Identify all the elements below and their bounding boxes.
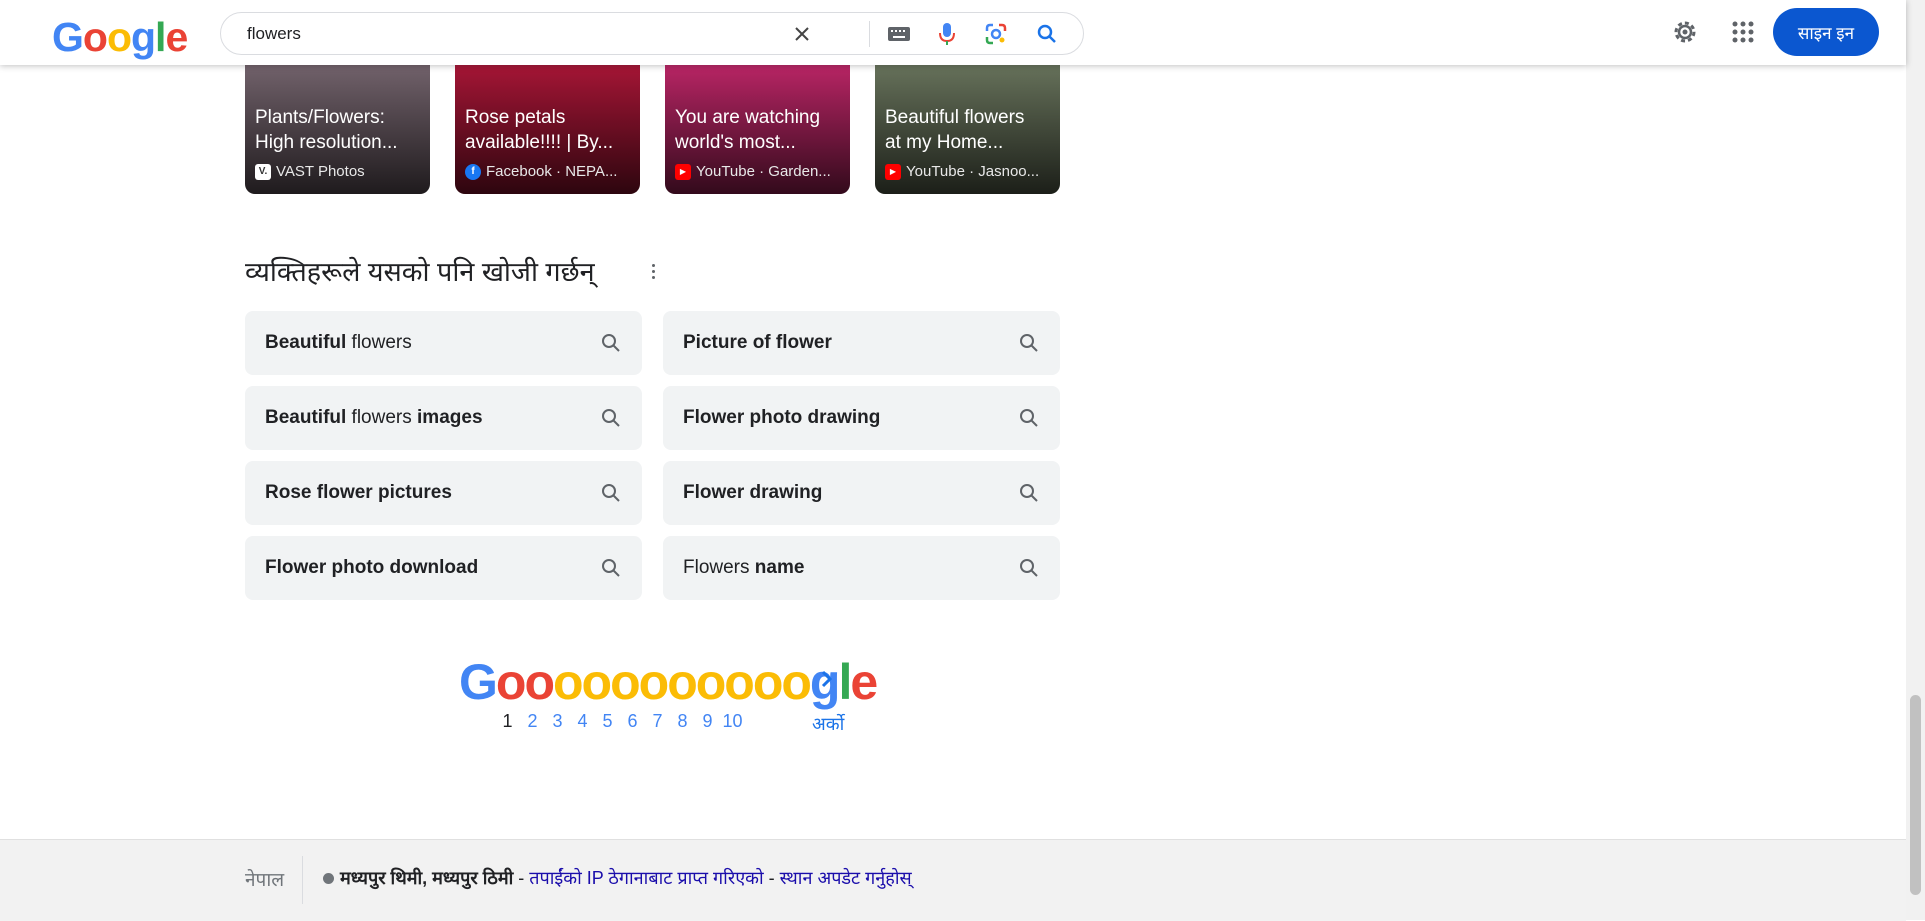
page-scrollbar[interactable] [1906,0,1925,920]
google-logo[interactable]: Google [52,14,188,60]
related-search-chip[interactable]: Flowers name [663,536,1060,600]
related-search-chip[interactable]: Flower photo download [245,536,642,600]
footer-country: नेपाल [245,870,285,891]
search-icon [1018,332,1040,354]
video-card-title: Beautiful flowers at my Home... [885,107,1025,153]
page-number-link: 1 [502,711,513,731]
people-also-search-heading: व्यक्तिहरूले यसको पनि खोजी गर्छन् [245,257,595,287]
video-card-title: Rose petals available!!!! | By... [465,107,614,153]
clear-icon[interactable] [789,21,815,47]
page-number-link[interactable]: 2 [520,711,545,732]
search-icon[interactable] [1034,21,1060,47]
related-search-text: Picture of flower [683,332,832,353]
search-icon [1018,557,1040,579]
pagination-google-logo: Gooooooooooogle [459,654,878,710]
top-header: Google flowers साइन इन [0,0,1906,65]
related-search-text: Flower drawing [683,482,823,503]
related-search-chip[interactable]: Flower photo drawing [663,386,1060,450]
video-card-title: You are watching world's most... [675,107,821,153]
related-search-text: Beautiful flowers [265,332,412,353]
related-search-text: Beautiful flowers images [265,407,483,428]
video-card[interactable]: Beautiful flowers at my Home... ▶ YouTube … [875,50,1060,194]
youtube-icon: ▶ [885,163,901,180]
search-divider [869,21,870,47]
location-name: मध्यपुर थिमी, मध्यपुर ठिमी [340,868,514,888]
more-options-icon[interactable] [647,259,659,283]
related-search-text: Flower photo download [265,557,479,578]
search-icon [600,557,622,579]
video-card-source: V. VAST Photos [255,163,425,180]
scrollbar-thumb[interactable] [1910,695,1921,895]
video-card-source: f Facebook · NEPA... [465,163,635,180]
page-number-link[interactable]: 4 [570,711,595,732]
video-card[interactable]: Rose petals available!!!! | By... f Facebo… [455,50,640,194]
footer-location: मध्यपुर थिमी, मध्यपुर ठिमी - तपाईंको IP … [323,866,912,890]
related-search-chip[interactable]: Beautiful flowers images [245,386,642,450]
signin-button[interactable]: साइन इन [1773,8,1879,56]
page-number-link[interactable]: 3 [545,711,570,732]
video-card-source: ▶ YouTube · Jasnoo... [885,163,1055,180]
next-page-link[interactable]: अर्को [812,712,844,736]
microphone-icon[interactable] [934,21,960,47]
related-search-text: Rose flower pictures [265,482,452,503]
search-icon [1018,407,1040,429]
search-icon [600,482,622,504]
pagination-pages: 1 2 3 4 5 6 7 8 9 10 [495,711,745,732]
page-number-link[interactable]: 5 [595,711,620,732]
page-number-link[interactable]: 10 [720,711,745,732]
related-search-text: Flower photo drawing [683,407,881,428]
next-chevron-icon[interactable] [820,665,834,696]
related-search-chip[interactable]: Beautiful flowers [245,311,642,375]
page-number-link[interactable]: 6 [620,711,645,732]
search-icon [600,332,622,354]
page-number-link[interactable]: 9 [695,711,720,732]
search-icon [1018,482,1040,504]
video-card[interactable]: You are watching world's most... ▶ YouTube… [665,50,850,194]
related-search-chip[interactable]: Picture of flower [663,311,1060,375]
related-search-chip[interactable]: Rose flower pictures [245,461,642,525]
youtube-icon: ▶ [675,163,691,180]
update-location-link[interactable]: स्थान अपडेट गर्नुहोस् [780,866,912,890]
settings-gear-icon[interactable] [1670,17,1700,47]
ip-address-link[interactable]: तपाईंको IP ठेगानाबाट प्राप्त गरिएको [529,866,763,890]
search-icon [600,407,622,429]
footer: नेपाल मध्यपुर थिमी, मध्यपुर ठिमी - तपाईं… [0,839,1906,921]
video-card-source: ▶ YouTube · Garden... [675,163,845,180]
page-number-link[interactable]: 7 [645,711,670,732]
related-search-chip[interactable]: Flower drawing [663,461,1060,525]
keyboard-icon[interactable] [886,21,912,47]
video-card-title: Plants/Flowers: High resolution... [255,107,398,153]
related-search-text: Flowers name [683,557,805,578]
footer-divider [302,856,303,904]
vast-photos-icon: V. [255,163,271,180]
location-dot-icon [323,872,334,884]
google-lens-icon[interactable] [983,21,1009,47]
page-number-link[interactable]: 8 [670,711,695,732]
footer-separator: - [513,867,530,888]
video-card[interactable]: Plants/Flowers: High resolution... V. VAST… [245,50,430,194]
search-input[interactable]: flowers [247,24,301,44]
search-box[interactable]: flowers [220,12,1084,55]
facebook-icon: f [465,163,481,180]
footer-separator: - [763,867,780,888]
apps-grid-icon[interactable] [1728,17,1758,47]
